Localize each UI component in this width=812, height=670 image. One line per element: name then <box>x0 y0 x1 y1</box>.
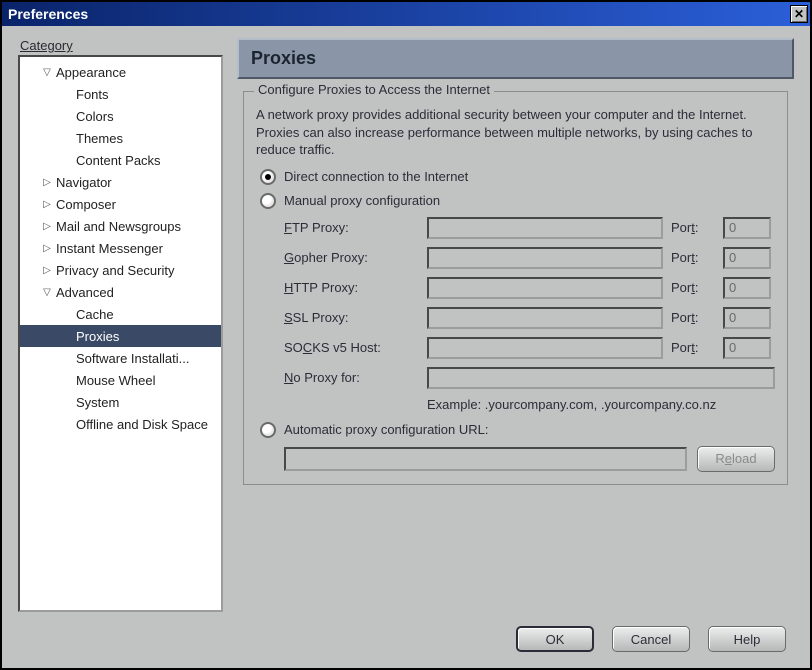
ftp-label: FTP Proxy: <box>284 220 419 235</box>
tree-item-label: System <box>74 395 119 410</box>
socks-label: SOCKS v5 Host: <box>284 340 419 355</box>
tree-item-label: Fonts <box>74 87 109 102</box>
gopher-port-label: Port: <box>671 250 715 265</box>
chevron-down-icon[interactable]: ▽ <box>40 67 54 78</box>
tree-item-label: Offline and Disk Space <box>74 417 208 432</box>
chevron-right-icon[interactable]: ▷ <box>40 243 54 254</box>
proxy-groupbox: Configure Proxies to Access the Internet… <box>243 91 788 485</box>
tree-item-label: Cache <box>74 307 114 322</box>
tree-item-cache[interactable]: Cache <box>20 303 221 325</box>
tree-item-label: Colors <box>74 109 114 124</box>
tree-item-offline-and-disk-space[interactable]: Offline and Disk Space <box>20 413 221 435</box>
tree-item-privacy-and-security[interactable]: ▷Privacy and Security <box>20 259 221 281</box>
tree-item-software-installati[interactable]: Software Installati... <box>20 347 221 369</box>
radio-auto[interactable] <box>260 422 276 438</box>
top-area: Category ▽AppearanceFontsColorsThemesCon… <box>18 38 794 612</box>
tree-item-label: Advanced <box>54 285 114 300</box>
tree-item-system[interactable]: System <box>20 391 221 413</box>
category-column: Category ▽AppearanceFontsColorsThemesCon… <box>18 38 223 612</box>
group-description: A network proxy provides additional secu… <box>256 106 775 159</box>
radio-manual-row[interactable]: Manual proxy configuration <box>260 193 775 209</box>
gopher-port-input[interactable] <box>723 247 771 269</box>
radio-direct-row[interactable]: Direct connection to the Internet <box>260 169 775 185</box>
group-caption: Configure Proxies to Access the Internet <box>254 82 494 97</box>
tree-item-advanced[interactable]: ▽Advanced <box>20 281 221 303</box>
chevron-right-icon[interactable]: ▷ <box>40 199 54 210</box>
radio-auto-row[interactable]: Automatic proxy configuration URL: <box>260 422 775 438</box>
ssl-port-input[interactable] <box>723 307 771 329</box>
tree-item-mouse-wheel[interactable]: Mouse Wheel <box>20 369 221 391</box>
preferences-window: Preferences ✕ Category ▽AppearanceFontsC… <box>0 0 812 670</box>
tree-item-label: Appearance <box>54 65 126 80</box>
auto-url-row: Reload <box>284 446 775 472</box>
radio-manual[interactable] <box>260 193 276 209</box>
tree-item-label: Navigator <box>54 175 112 190</box>
radio-direct[interactable] <box>260 169 276 185</box>
tree-item-themes[interactable]: Themes <box>20 127 221 149</box>
ssl-port-label: Port: <box>671 310 715 325</box>
tree-item-label: Mouse Wheel <box>74 373 155 388</box>
noproxy-example: Example: .yourcompany.com, .yourcompany.… <box>427 397 775 412</box>
ftp-port-label: Port: <box>671 220 715 235</box>
tree-item-label: Privacy and Security <box>54 263 175 278</box>
tree-item-instant-messenger[interactable]: ▷Instant Messenger <box>20 237 221 259</box>
tree-item-navigator[interactable]: ▷Navigator <box>20 171 221 193</box>
radio-manual-label: Manual proxy configuration <box>284 193 440 208</box>
tree-item-mail-and-newsgroups[interactable]: ▷Mail and Newsgroups <box>20 215 221 237</box>
socks-port-input[interactable] <box>723 337 771 359</box>
http-host-input[interactable] <box>427 277 663 299</box>
http-port-input[interactable] <box>723 277 771 299</box>
category-tree[interactable]: ▽AppearanceFontsColorsThemesContent Pack… <box>18 55 223 612</box>
http-label: HTTP Proxy: <box>284 280 419 295</box>
ssl-label: SSL Proxy: <box>284 310 419 325</box>
noproxy-label: No Proxy for: <box>284 370 419 385</box>
radio-direct-label: Direct connection to the Internet <box>284 169 468 184</box>
tree-item-fonts[interactable]: Fonts <box>20 83 221 105</box>
chevron-right-icon[interactable]: ▷ <box>40 177 54 188</box>
tree-item-proxies[interactable]: Proxies <box>20 325 221 347</box>
tree-item-appearance[interactable]: ▽Appearance <box>20 61 221 83</box>
socks-host-input[interactable] <box>427 337 663 359</box>
tree-item-label: Composer <box>54 197 116 212</box>
tree-item-label: Software Installati... <box>74 351 189 366</box>
content-area: Category ▽AppearanceFontsColorsThemesCon… <box>2 26 810 668</box>
gopher-host-input[interactable] <box>427 247 663 269</box>
tree-item-label: Instant Messenger <box>54 241 163 256</box>
tree-item-content-packs[interactable]: Content Packs <box>20 149 221 171</box>
ftp-port-input[interactable] <box>723 217 771 239</box>
chevron-right-icon[interactable]: ▷ <box>40 221 54 232</box>
radio-auto-label: Automatic proxy configuration URL: <box>284 422 488 437</box>
tree-item-composer[interactable]: ▷Composer <box>20 193 221 215</box>
auto-url-input[interactable] <box>284 447 687 471</box>
http-port-label: Port: <box>671 280 715 295</box>
tree-item-label: Proxies <box>74 329 119 344</box>
settings-panel: Proxies Configure Proxies to Access the … <box>237 38 794 612</box>
ssl-host-input[interactable] <box>427 307 663 329</box>
panel-title: Proxies <box>237 38 794 79</box>
close-button[interactable]: ✕ <box>790 5 808 23</box>
panel-body: Configure Proxies to Access the Internet… <box>237 79 794 612</box>
tree-item-label: Themes <box>74 131 123 146</box>
titlebar: Preferences ✕ <box>2 2 810 26</box>
tree-item-colors[interactable]: Colors <box>20 105 221 127</box>
tree-item-label: Content Packs <box>74 153 161 168</box>
gopher-label: Gopher Proxy: <box>284 250 419 265</box>
dialog-buttons: OK Cancel Help <box>18 612 794 652</box>
help-button[interactable]: Help <box>708 626 786 652</box>
ftp-host-input[interactable] <box>427 217 663 239</box>
category-label: Category <box>18 38 223 55</box>
window-title: Preferences <box>8 6 790 22</box>
ok-button[interactable]: OK <box>516 626 594 652</box>
noproxy-input[interactable] <box>427 367 775 389</box>
proxy-fields: FTP Proxy: Port: Gopher Proxy: Port: HTT… <box>284 217 775 412</box>
close-icon: ✕ <box>794 7 804 21</box>
tree-item-label: Mail and Newsgroups <box>54 219 181 234</box>
socks-port-label: Port: <box>671 340 715 355</box>
chevron-right-icon[interactable]: ▷ <box>40 265 54 276</box>
cancel-button[interactable]: Cancel <box>612 626 690 652</box>
reload-button[interactable]: Reload <box>697 446 775 472</box>
chevron-down-icon[interactable]: ▽ <box>40 287 54 298</box>
